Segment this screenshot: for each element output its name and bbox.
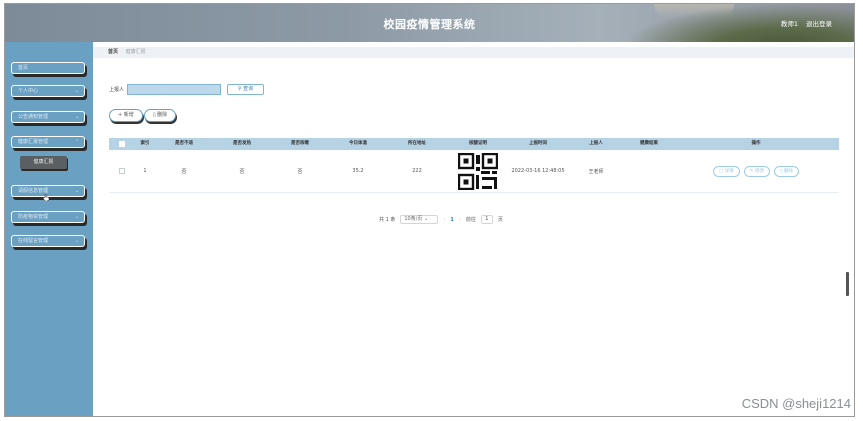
sidebar-item-announcements[interactable]: 公告通知管理 ⌄ bbox=[11, 111, 85, 123]
current-page[interactable]: 1 bbox=[450, 217, 453, 223]
row-checkbox[interactable] bbox=[119, 168, 125, 174]
cell-index: 1 bbox=[143, 168, 147, 174]
sidebar-item-label: 防疫物资管理 bbox=[18, 214, 49, 220]
batch-delete-button[interactable]: ▯ 删除 bbox=[143, 109, 177, 122]
table-row: 1 否 否 否 35.2 222 2022-03-16 12:48:05 王老师… bbox=[109, 150, 839, 193]
sidebar-item-label: 个人中心 bbox=[18, 88, 39, 94]
search-bar: 上报人 ⚲ 查询 bbox=[109, 84, 265, 95]
scrollbar-thumb[interactable] bbox=[846, 272, 849, 296]
search-label: 上报人 bbox=[109, 87, 125, 93]
user-name: 教师1 bbox=[780, 20, 798, 28]
add-button-label: 新增 bbox=[123, 112, 134, 118]
cell-unwell: 否 bbox=[181, 168, 187, 175]
column-header: 是否发热 bbox=[233, 141, 251, 146]
cell-nucleic-proof bbox=[447, 150, 509, 192]
sidebar-item-health-reports[interactable]: 健康汇报管理 ⌃ bbox=[11, 136, 85, 148]
column-header: 上报人 bbox=[589, 141, 603, 146]
sidebar: 首页 个人中心 ⌄ 公告通知管理 ⌄ 健康汇报管理 ⌃ 健康汇报 请假信息管理 … bbox=[5, 42, 93, 416]
breadcrumb-home[interactable]: 首页 bbox=[108, 49, 118, 55]
cell-report-time: 2022-03-16 12:48:05 bbox=[511, 168, 565, 174]
cell-address: 222 bbox=[412, 168, 422, 174]
main-content: 首页 健康汇报 上报人 ⚲ 查询 + 新增 ▯ 删除 索引 是否不适 是否发热 … bbox=[93, 42, 854, 416]
row-delete-button[interactable]: ▯ 删除 bbox=[774, 165, 799, 177]
trash-icon: ▯ bbox=[152, 112, 156, 118]
column-header: 上报时间 bbox=[529, 141, 547, 146]
table-header: 索引 是否不适 是否发热 是否咳嗽 今日体温 所在地址 核酸证明 上报时间 上报… bbox=[109, 138, 839, 150]
add-button[interactable]: + 新增 bbox=[109, 109, 143, 122]
column-header: 是否咳嗽 bbox=[291, 141, 309, 146]
cell-reporter: 王老师 bbox=[588, 168, 604, 175]
plus-icon: + bbox=[118, 112, 123, 118]
sidebar-item-label: 健康汇报管理 bbox=[18, 139, 49, 145]
header-select-all bbox=[109, 138, 135, 150]
app-title: 校园疫情管理系统 bbox=[383, 18, 476, 31]
detail-button[interactable]: ▢ 详情 bbox=[713, 165, 740, 177]
search-button-label: 查询 bbox=[243, 86, 254, 92]
column-header: 是否不适 bbox=[175, 141, 193, 146]
chevron-down-icon: ⌄ bbox=[74, 114, 79, 120]
chevron-down-icon: ⌄ bbox=[74, 88, 79, 94]
cell-temperature: 35.2 bbox=[352, 168, 364, 174]
row-select-cell bbox=[109, 150, 135, 192]
cell-fever: 否 bbox=[239, 168, 245, 175]
delete-button-label: 删除 bbox=[157, 112, 168, 118]
watermark: CSDN @sheji1214 bbox=[741, 396, 851, 411]
logout-link[interactable]: 退出登录 bbox=[806, 18, 832, 28]
search-icon: ⚲ bbox=[237, 86, 242, 92]
chevron-down-icon: ⌄ bbox=[74, 188, 79, 194]
detail-button-label: 详情 bbox=[724, 168, 734, 174]
cell-health-result bbox=[625, 150, 673, 192]
sidebar-item-label: 公告通知管理 bbox=[18, 114, 49, 120]
top-header: 校园疫情管理系统 教师1 退出登录 bbox=[5, 4, 854, 42]
reporter-search-input[interactable] bbox=[127, 84, 222, 95]
breadcrumb-current: 健康汇报 bbox=[125, 49, 146, 55]
document-icon: ▢ bbox=[719, 168, 724, 174]
sidebar-item-supplies[interactable]: 防疫物资管理 ⌄ bbox=[11, 211, 85, 223]
chevron-up-icon: ⌃ bbox=[74, 139, 79, 145]
qr-code-image[interactable] bbox=[458, 152, 498, 190]
sidebar-item-label: 在线留言管理 bbox=[18, 238, 49, 244]
search-button[interactable]: ⚲ 查询 bbox=[227, 84, 265, 95]
chevron-down-icon: ⌄ bbox=[424, 216, 429, 222]
chevron-down-icon: ⌄ bbox=[74, 238, 79, 244]
sidebar-item-label: 首页 bbox=[18, 65, 29, 71]
app-window: 校园疫情管理系统 教师1 退出登录 首页 个人中心 ⌄ 公告通知管理 ⌄ 健康汇… bbox=[4, 3, 855, 417]
sidebar-item-home[interactable]: 首页 bbox=[11, 62, 85, 74]
pencil-icon: ✎ bbox=[749, 168, 754, 174]
hand-cursor-icon bbox=[43, 194, 49, 201]
next-page-icon[interactable]: › bbox=[459, 217, 461, 223]
action-buttons: + 新增 ▯ 删除 bbox=[109, 109, 177, 122]
user-area: 教师1 退出登录 bbox=[781, 18, 832, 28]
page-size-select[interactable]: 10条/页 ⌄ bbox=[400, 215, 439, 224]
prev-page-icon[interactable]: ‹ bbox=[443, 217, 445, 223]
cell-operations: ▢ 详情 ✎ 修改 ▯ 删除 bbox=[673, 150, 839, 192]
submenu-health-report[interactable]: 健康汇报 bbox=[20, 156, 67, 169]
cell-cough: 否 bbox=[297, 168, 303, 175]
edit-button[interactable]: ✎ 修改 bbox=[743, 165, 770, 177]
sidebar-item-messages[interactable]: 在线留言管理 ⌄ bbox=[11, 235, 85, 247]
column-header: 索引 bbox=[140, 141, 150, 146]
breadcrumb: 首页 健康汇报 bbox=[93, 47, 854, 58]
page-size-value: 10条/页 bbox=[404, 216, 423, 222]
goto-page-input[interactable]: 1 bbox=[480, 215, 493, 224]
column-header: 所在地址 bbox=[408, 141, 426, 146]
select-all-checkbox[interactable] bbox=[119, 141, 125, 147]
column-header: 今日体温 bbox=[349, 141, 367, 146]
goto-label: 前往 bbox=[465, 217, 476, 223]
chevron-down-icon: ⌄ bbox=[74, 214, 79, 220]
trash-icon: ▯ bbox=[780, 168, 783, 174]
column-header: 操作 bbox=[751, 141, 761, 146]
health-report-table: 索引 是否不适 是否发热 是否咳嗽 今日体温 所在地址 核酸证明 上报时间 上报… bbox=[109, 138, 839, 193]
pagination: 共 1 条 10条/页 ⌄ ‹ 1 › 前往 1 页 bbox=[379, 215, 503, 224]
row-delete-label: 删除 bbox=[783, 168, 793, 174]
sidebar-item-profile[interactable]: 个人中心 ⌄ bbox=[11, 85, 85, 97]
column-header: 核酸证明 bbox=[469, 141, 487, 146]
edit-button-label: 修改 bbox=[755, 168, 764, 174]
pagination-total: 共 1 条 bbox=[379, 217, 396, 223]
page-unit-label: 页 bbox=[497, 217, 503, 223]
column-header: 健康结果 bbox=[640, 141, 658, 146]
